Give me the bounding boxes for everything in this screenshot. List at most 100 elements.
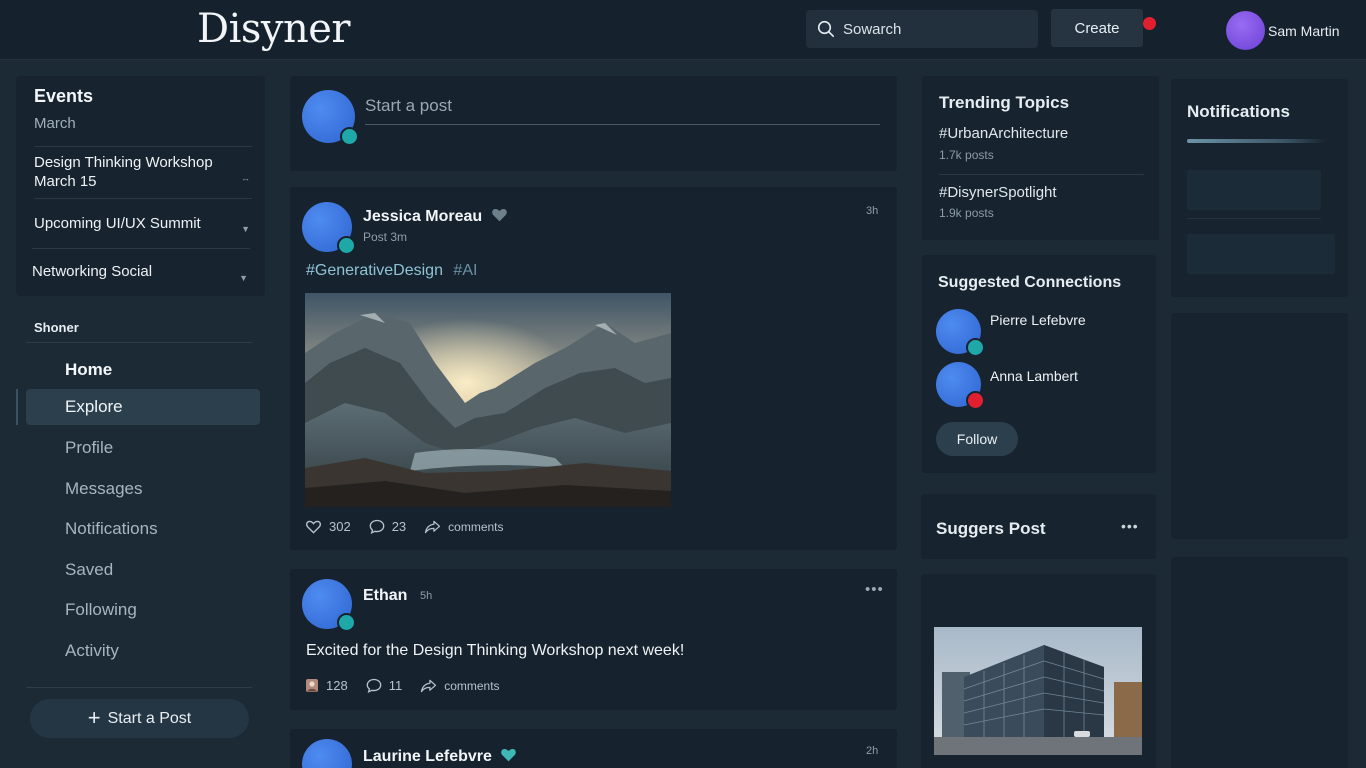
avatar[interactable] [302,739,352,768]
trending-tag[interactable]: #DisynerSpotlight [939,184,1057,201]
heart-outline-icon [306,520,321,534]
comment-button[interactable]: 23 [369,519,406,534]
chevron-down-icon: ▼ [241,223,250,234]
sidebar-item-explore[interactable]: Explore [26,389,260,425]
event-item[interactable]: Networking Social ▼ [32,248,250,296]
post-card: Laurine Lefebvre 2h [290,729,897,768]
events-title: Events [34,86,94,106]
sidebar-item-notifications[interactable]: Notifications [26,511,260,547]
trending-count: 1.7k posts [939,148,994,162]
sidebar-item-home[interactable]: Home [26,352,260,388]
share-icon [421,679,437,692]
post-subtitle: Post 3m [363,230,408,244]
divider [939,174,1144,175]
event-item[interactable]: Upcoming UI/UX Summit ▼ [34,198,252,248]
create-notification-dot [1143,17,1156,30]
events-month: March [34,115,76,132]
divider [26,342,252,343]
avatar[interactable] [302,90,359,146]
suggested-post-header: Suggers Post ••• [921,494,1156,559]
post-time: 5h [420,590,433,602]
post-image[interactable] [305,293,671,507]
heart-icon [501,749,517,762]
sidebar-item-profile[interactable]: Profile [26,430,260,466]
post-card: Ethan 5h ••• Excited for the Design Thin… [290,569,897,710]
building-image [934,627,1142,755]
avatar[interactable] [302,579,356,632]
post-author[interactable]: Laurine Lefebvre [363,747,517,766]
status-dot [337,613,356,632]
loading-bar [1187,139,1327,143]
sidebar-item-following[interactable]: Following [26,592,260,628]
post-composer [290,76,897,171]
post-actions: 302 23 comments [305,519,522,534]
post-time: 3h [866,205,879,217]
event-title: Design Thinking Workshop [34,154,213,171]
like-button[interactable]: 128 [305,678,348,693]
hashtag-link[interactable]: #AI [453,262,477,279]
trending-title: Trending Topics [939,93,1070,112]
sidebar-item-activity[interactable]: Activity [26,633,260,669]
user-menu[interactable]: Sam Martin [1226,11,1340,50]
like-button[interactable]: 302 [305,519,351,534]
share-button[interactable]: comments [424,520,504,534]
nav-section-label: Shoner [34,320,79,335]
active-nav-marker [16,389,18,425]
like-count: 302 [329,519,351,534]
suggested-connections-panel: Suggested Connections Pierre Lefebvre An… [922,255,1156,473]
follow-button[interactable]: Follow [936,422,1018,456]
top-bar: Disyner Create Sam Martin [0,0,1366,60]
search-input[interactable] [843,20,1023,38]
comment-button[interactable]: 11 [366,678,402,693]
like-count: 128 [326,678,348,693]
heart-icon [491,209,507,222]
avatar[interactable] [1226,11,1265,50]
post-tags: #GenerativeDesign #AI [306,262,477,280]
chevron-icon: ↔ [241,172,250,183]
notification-placeholder [1187,170,1321,210]
sidebar-item-messages[interactable]: Messages [26,471,260,507]
comment-count: 23 [391,519,407,534]
start-post-button[interactable]: + Start a Post [30,699,249,738]
post-text: Excited for the Design Thinking Workshop… [306,642,685,659]
connections-title: Suggested Connections [938,274,1122,291]
create-button[interactable]: Create [1051,9,1143,47]
hashtag-link[interactable]: #GenerativeDesign [306,262,443,279]
more-options-icon[interactable]: ••• [865,581,884,598]
chevron-down-icon: ▼ [239,272,248,283]
trending-tag[interactable]: #UrbanArchitecture [939,125,1068,142]
plus-icon: + [87,704,101,730]
search-box[interactable] [806,10,1038,48]
side-panel-empty [1171,313,1348,539]
suggested-post-image[interactable] [934,627,1142,755]
search-icon [817,20,835,38]
status-dot [340,127,359,146]
post-card: Jessica Moreau Post 3m 3h #GenerativeDes… [290,187,897,550]
avatar[interactable] [302,202,356,255]
comment-icon [366,678,382,693]
event-title: Upcoming UI/UX Summit [34,215,201,232]
connection-name[interactable]: Pierre Lefebvre [990,312,1086,328]
status-dot [966,338,985,357]
post-author-name: Laurine Lefebvre [363,748,492,765]
avatar[interactable] [936,309,985,357]
trending-count: 1.9k posts [939,206,994,220]
post-author[interactable]: Jessica Moreau [363,207,508,226]
connection-name[interactable]: Anna Lambert [990,368,1078,384]
status-dot [966,391,985,410]
share-button[interactable]: comments [420,679,500,693]
avatar[interactable] [936,362,985,410]
event-item[interactable]: Design Thinking Workshop March 15 ↔ [34,146,252,198]
more-options-icon[interactable]: ••• [1121,518,1139,534]
suggested-post-title: Suggers Post [936,519,1046,538]
app-logo[interactable]: Disyner [197,6,351,52]
suggested-post-card [921,574,1156,768]
composer-input[interactable] [365,96,880,125]
notification-placeholder [1187,234,1335,274]
reaction-icon [306,679,318,692]
share-icon [425,520,441,533]
events-panel: Events March Design Thinking Workshop Ma… [16,76,265,296]
sidebar-item-saved[interactable]: Saved [26,552,260,588]
comment-icon [369,519,385,534]
post-author[interactable]: Ethan [363,587,407,605]
